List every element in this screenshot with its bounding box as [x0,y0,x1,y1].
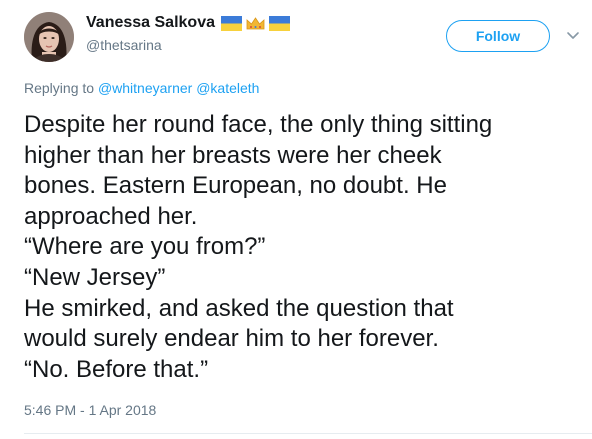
display-name-text[interactable]: Vanessa Salkova [86,14,215,32]
tweet-line: “Where are you from?” [24,233,266,261]
flag-ukraine-icon [268,15,290,31]
tweet-line: approached her. [24,202,198,230]
flag-ukraine-icon [220,15,242,31]
tweet-text: Despite her round face, the only thing s… [24,110,584,385]
user-handle[interactable]: @thetsarina [86,37,162,53]
divider [24,433,592,434]
mention-link[interactable]: @kateleth [196,80,259,96]
replying-to: Replying to @whitneyarner @kateleth [24,80,259,96]
crown-icon [246,16,265,29]
follow-button[interactable]: Follow [446,20,550,52]
tweet-timestamp[interactable]: 5:46 PM - 1 Apr 2018 [24,402,156,418]
tweet-line: He smirked, and asked the question that [24,294,454,322]
tweet-line: higher than her breasts were her cheek [24,141,442,169]
avatar[interactable] [24,12,74,62]
avatar-image [24,12,74,62]
replying-to-label: Replying to [24,80,95,96]
tweet-line: Despite her round face, the only thing s… [24,111,493,138]
display-name[interactable]: Vanessa Salkova [86,14,293,32]
tweet-line: “No. Before that.” [24,355,209,383]
chevron-down-icon[interactable] [565,30,581,42]
tweet-line: bones. Eastern European, no doubt. He [24,172,447,200]
tweet-line: “New Jersey” [24,263,166,291]
tweet-line: would surely endear him to her forever. [24,325,439,353]
mention-link[interactable]: @whitneyarner [98,80,192,96]
